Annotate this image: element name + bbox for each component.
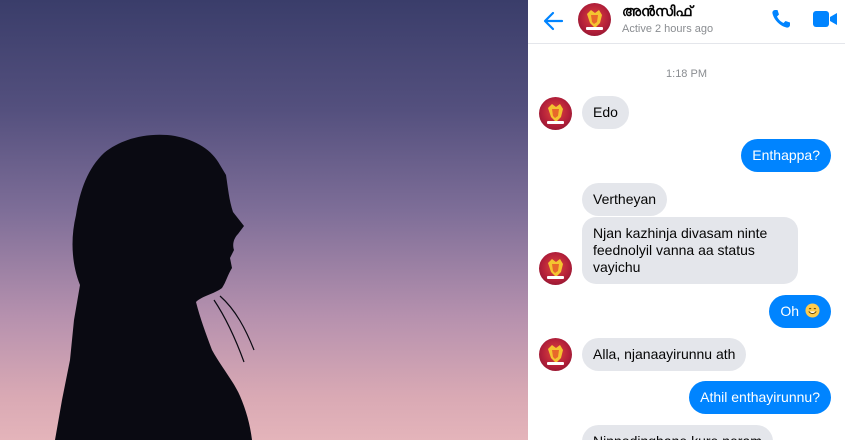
incoming-message[interactable]: Ninnodinghane kure neram <box>582 425 773 440</box>
silhouette-photo <box>0 0 528 440</box>
lion-logo-icon <box>586 10 603 30</box>
voice-call-button[interactable] <box>768 6 794 32</box>
contact-name[interactable]: അൻസിഫ് <box>622 4 693 20</box>
message-timestamp: 1:18 PM <box>666 68 707 80</box>
lion-logo-icon <box>547 104 564 124</box>
message-line: vayichu <box>593 259 641 275</box>
outgoing-message[interactable]: Enthappa? <box>741 139 831 172</box>
chat-header: അൻസിഫ് Active 2 hours ago <box>528 0 845 44</box>
message-line: feednolyil vanna aa status <box>593 242 755 258</box>
video-call-button[interactable] <box>812 8 838 30</box>
video-camera-icon <box>813 11 837 27</box>
outgoing-message[interactable]: Oh <box>769 295 831 328</box>
arrow-left-icon <box>543 11 564 31</box>
message-text: Oh <box>780 303 800 319</box>
active-status: Active 2 hours ago <box>622 23 714 35</box>
messenger-conversation: അൻസിഫ് Active 2 hours ago 1:18 PM Edo En… <box>528 0 845 440</box>
lion-logo-icon <box>547 345 564 365</box>
back-button[interactable] <box>540 7 568 35</box>
sender-avatar[interactable] <box>539 338 572 371</box>
incoming-message[interactable]: Alla, njanaayirunnu ath <box>582 338 747 371</box>
phone-icon <box>772 10 790 28</box>
woman-silhouette-image <box>55 134 255 440</box>
smiling-face-icon <box>805 303 820 318</box>
outgoing-message[interactable]: Athil enthayirunnu? <box>689 381 831 414</box>
incoming-message[interactable]: Edo <box>582 96 629 129</box>
sender-avatar[interactable] <box>539 252 572 285</box>
sender-avatar[interactable] <box>539 97 572 130</box>
message-line: Njan kazhinja divasam ninte <box>593 225 768 241</box>
incoming-message[interactable]: Vertheyan <box>582 183 668 216</box>
contact-avatar[interactable] <box>578 3 611 36</box>
lion-logo-icon <box>547 259 564 279</box>
incoming-message[interactable]: Njan kazhinja divasam ninte feednolyil v… <box>582 217 798 284</box>
